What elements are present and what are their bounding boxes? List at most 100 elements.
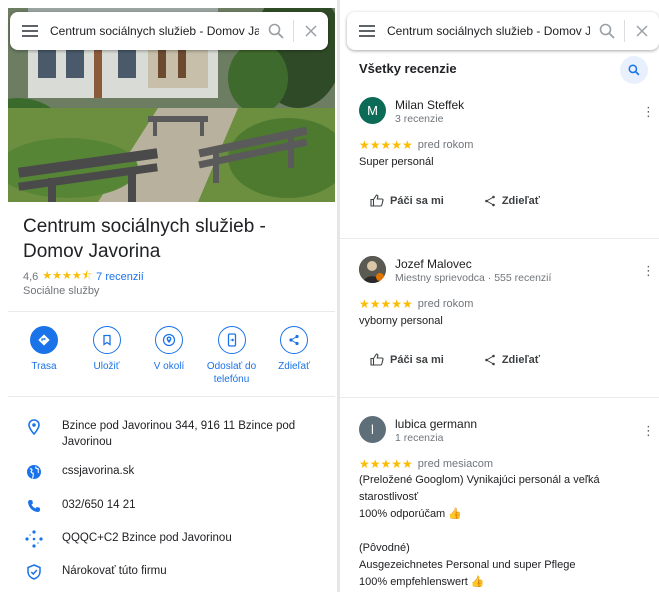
review-text: (Preložené Googlom) Vynikajúci personál … xyxy=(359,472,644,591)
review-text: vyborny personal xyxy=(359,313,644,330)
save-button[interactable]: Uložiť xyxy=(77,326,137,386)
share-icon xyxy=(485,354,495,365)
plus-code-text: QQQC+C2 Bzince pod Javorinou xyxy=(62,532,232,544)
nearby-button[interactable]: V okolí xyxy=(139,326,199,386)
more-options-icon[interactable]: ⋮ xyxy=(642,264,655,277)
review-text-line: starostlivosť xyxy=(359,491,419,503)
review-item: Jozef Malovec Miestny sprievodca · 555 r… xyxy=(340,255,659,397)
address-text: Bzince pod Javorinou 344, 916 11 Bzince … xyxy=(62,418,295,450)
address-row[interactable]: Bzince pod Javorinou 344, 916 11 Bzince … xyxy=(22,418,322,450)
close-icon[interactable] xyxy=(625,25,659,37)
phone-row[interactable]: 032/650 14 21 xyxy=(22,497,322,515)
send-to-phone-icon xyxy=(217,326,246,354)
website-row[interactable]: cssjavorina.sk xyxy=(22,463,322,481)
directions-button[interactable]: Trasa xyxy=(14,326,74,386)
rating-stars: ★★★★⯪ xyxy=(42,270,93,282)
share-icon xyxy=(280,326,308,354)
phone-text: 032/650 14 21 xyxy=(62,499,136,511)
plus-code-icon xyxy=(22,530,46,548)
globe-icon xyxy=(22,463,46,481)
shield-check-icon xyxy=(22,563,46,581)
divider xyxy=(8,311,335,312)
send-to-phone-label-line1: Odoslať do xyxy=(206,361,257,372)
review-actions: Páči sa mi Zdieľať xyxy=(370,194,540,207)
like-label: Páči sa mi xyxy=(390,194,444,207)
review-date: pred rokom xyxy=(417,298,474,310)
share-button[interactable]: Zdieľať xyxy=(264,326,324,386)
search-reviews-button[interactable] xyxy=(620,56,648,84)
menu-icon[interactable] xyxy=(10,25,50,37)
review-item: l lubica germann 1 recenzia ⋮ ★★★★★ pred… xyxy=(340,415,659,592)
review-rating: ★★★★★ pred rokom xyxy=(359,297,473,311)
avatar[interactable] xyxy=(359,256,386,283)
like-button[interactable]: Páči sa mi xyxy=(370,194,444,207)
rating-value: 4,6 xyxy=(23,270,39,283)
review-stars: ★★★★★ xyxy=(359,138,413,152)
directions-icon xyxy=(30,326,58,354)
review-stars: ★★★★★ xyxy=(359,457,413,471)
search-input[interactable]: Centrum sociálnych služieb - Domov Javor… xyxy=(387,24,590,38)
nearby-label: V okolí xyxy=(153,361,185,372)
share-label: Zdieľať xyxy=(501,194,541,207)
directions-label: Trasa xyxy=(31,361,57,372)
review-date: pred rokom xyxy=(417,139,474,151)
thumbs-up-icon xyxy=(370,353,384,366)
close-icon[interactable] xyxy=(294,25,328,37)
plus-code-row[interactable]: QQQC+C2 Bzince pod Javorinou xyxy=(22,530,322,548)
location-pin-icon xyxy=(22,418,46,436)
rating-summary: 4,6 ★★★★⯪ 7 recenzií xyxy=(23,267,144,286)
review-text-line: Super personál xyxy=(359,156,434,168)
search-icon[interactable] xyxy=(259,23,293,39)
review-item: M Milan Steffek 3 recenzie ⋮ ★★★★★ pred … xyxy=(340,96,659,238)
review-rating: ★★★★★ pred rokom xyxy=(359,138,473,152)
review-date: pred mesiacom xyxy=(417,458,493,470)
reviews-link[interactable]: 7 recenzií xyxy=(96,271,144,283)
search-input[interactable]: Centrum sociálnych služieb - Domov Javor… xyxy=(50,24,259,38)
bookmark-icon xyxy=(92,326,121,354)
divider xyxy=(8,396,335,397)
reviewer-name[interactable]: lubica germann xyxy=(395,417,477,431)
share-icon xyxy=(485,195,495,206)
reviews-header: Všetky recenzie xyxy=(359,61,457,76)
place-title-line2: Domov Javorina xyxy=(23,241,161,262)
claim-business-row[interactable]: Nárokovať túto firmu xyxy=(22,563,322,581)
nearby-icon xyxy=(155,326,183,354)
avatar[interactable]: M xyxy=(359,97,386,124)
place-panel: Centrum sociálnych služieb - Domov Javor… xyxy=(0,0,337,592)
claim-business-text: Nárokovať túto firmu xyxy=(62,565,167,577)
address-line2: Javorinou xyxy=(62,436,112,448)
like-label: Páči sa mi xyxy=(390,353,444,366)
reviewer-name[interactable]: Milan Steffek xyxy=(395,98,464,112)
search-bar[interactable]: Centrum sociálnych služieb - Domov Javor… xyxy=(10,12,328,50)
review-stars: ★★★★★ xyxy=(359,297,413,311)
send-to-phone-button[interactable]: Odoslať do telefónu xyxy=(202,326,262,386)
review-text-line xyxy=(359,523,644,540)
review-text-line: (Preložené Googlom) Vynikajúci personál … xyxy=(359,474,600,486)
share-review-button[interactable]: Zdieľať xyxy=(484,194,540,207)
search-icon xyxy=(628,64,640,76)
place-title: Centrum sociálnych služieb - Domov Javor… xyxy=(23,214,313,264)
more-options-icon[interactable]: ⋮ xyxy=(642,105,655,118)
send-to-phone-label: Odoslať do telefónu xyxy=(207,360,256,386)
search-icon[interactable] xyxy=(590,23,624,39)
review-text-line: 100% odporúčam 👍 xyxy=(359,508,462,520)
reviewer-local-guide-info: Miestny sprievodca · 555 recenzií xyxy=(395,272,552,284)
reviewer-review-count: 1 recenzia xyxy=(395,432,444,444)
divider xyxy=(340,238,659,239)
avatar[interactable]: l xyxy=(359,416,386,443)
save-label: Uložiť xyxy=(93,361,120,372)
review-text-line: (Pôvodné) xyxy=(359,542,410,554)
reviews-panel: Centrum sociálnych služieb - Domov Javor… xyxy=(340,0,659,592)
like-button[interactable]: Páči sa mi xyxy=(370,353,444,366)
reviewer-name[interactable]: Jozef Malovec xyxy=(395,257,472,271)
place-category[interactable]: Sociálne služby xyxy=(23,285,99,297)
review-text-line: 100% empfehlenswert 👍 xyxy=(359,576,485,588)
send-to-phone-label-line2: telefónu xyxy=(213,374,250,385)
share-review-button[interactable]: Zdieľať xyxy=(484,353,540,366)
more-options-icon[interactable]: ⋮ xyxy=(642,424,655,437)
review-rating: ★★★★★ pred mesiacom xyxy=(359,457,493,471)
thumbs-up-icon xyxy=(370,194,384,207)
search-bar[interactable]: Centrum sociálnych služieb - Domov Javor… xyxy=(347,12,659,50)
review-text-line: vyborny personal xyxy=(359,315,443,327)
menu-icon[interactable] xyxy=(347,25,387,37)
